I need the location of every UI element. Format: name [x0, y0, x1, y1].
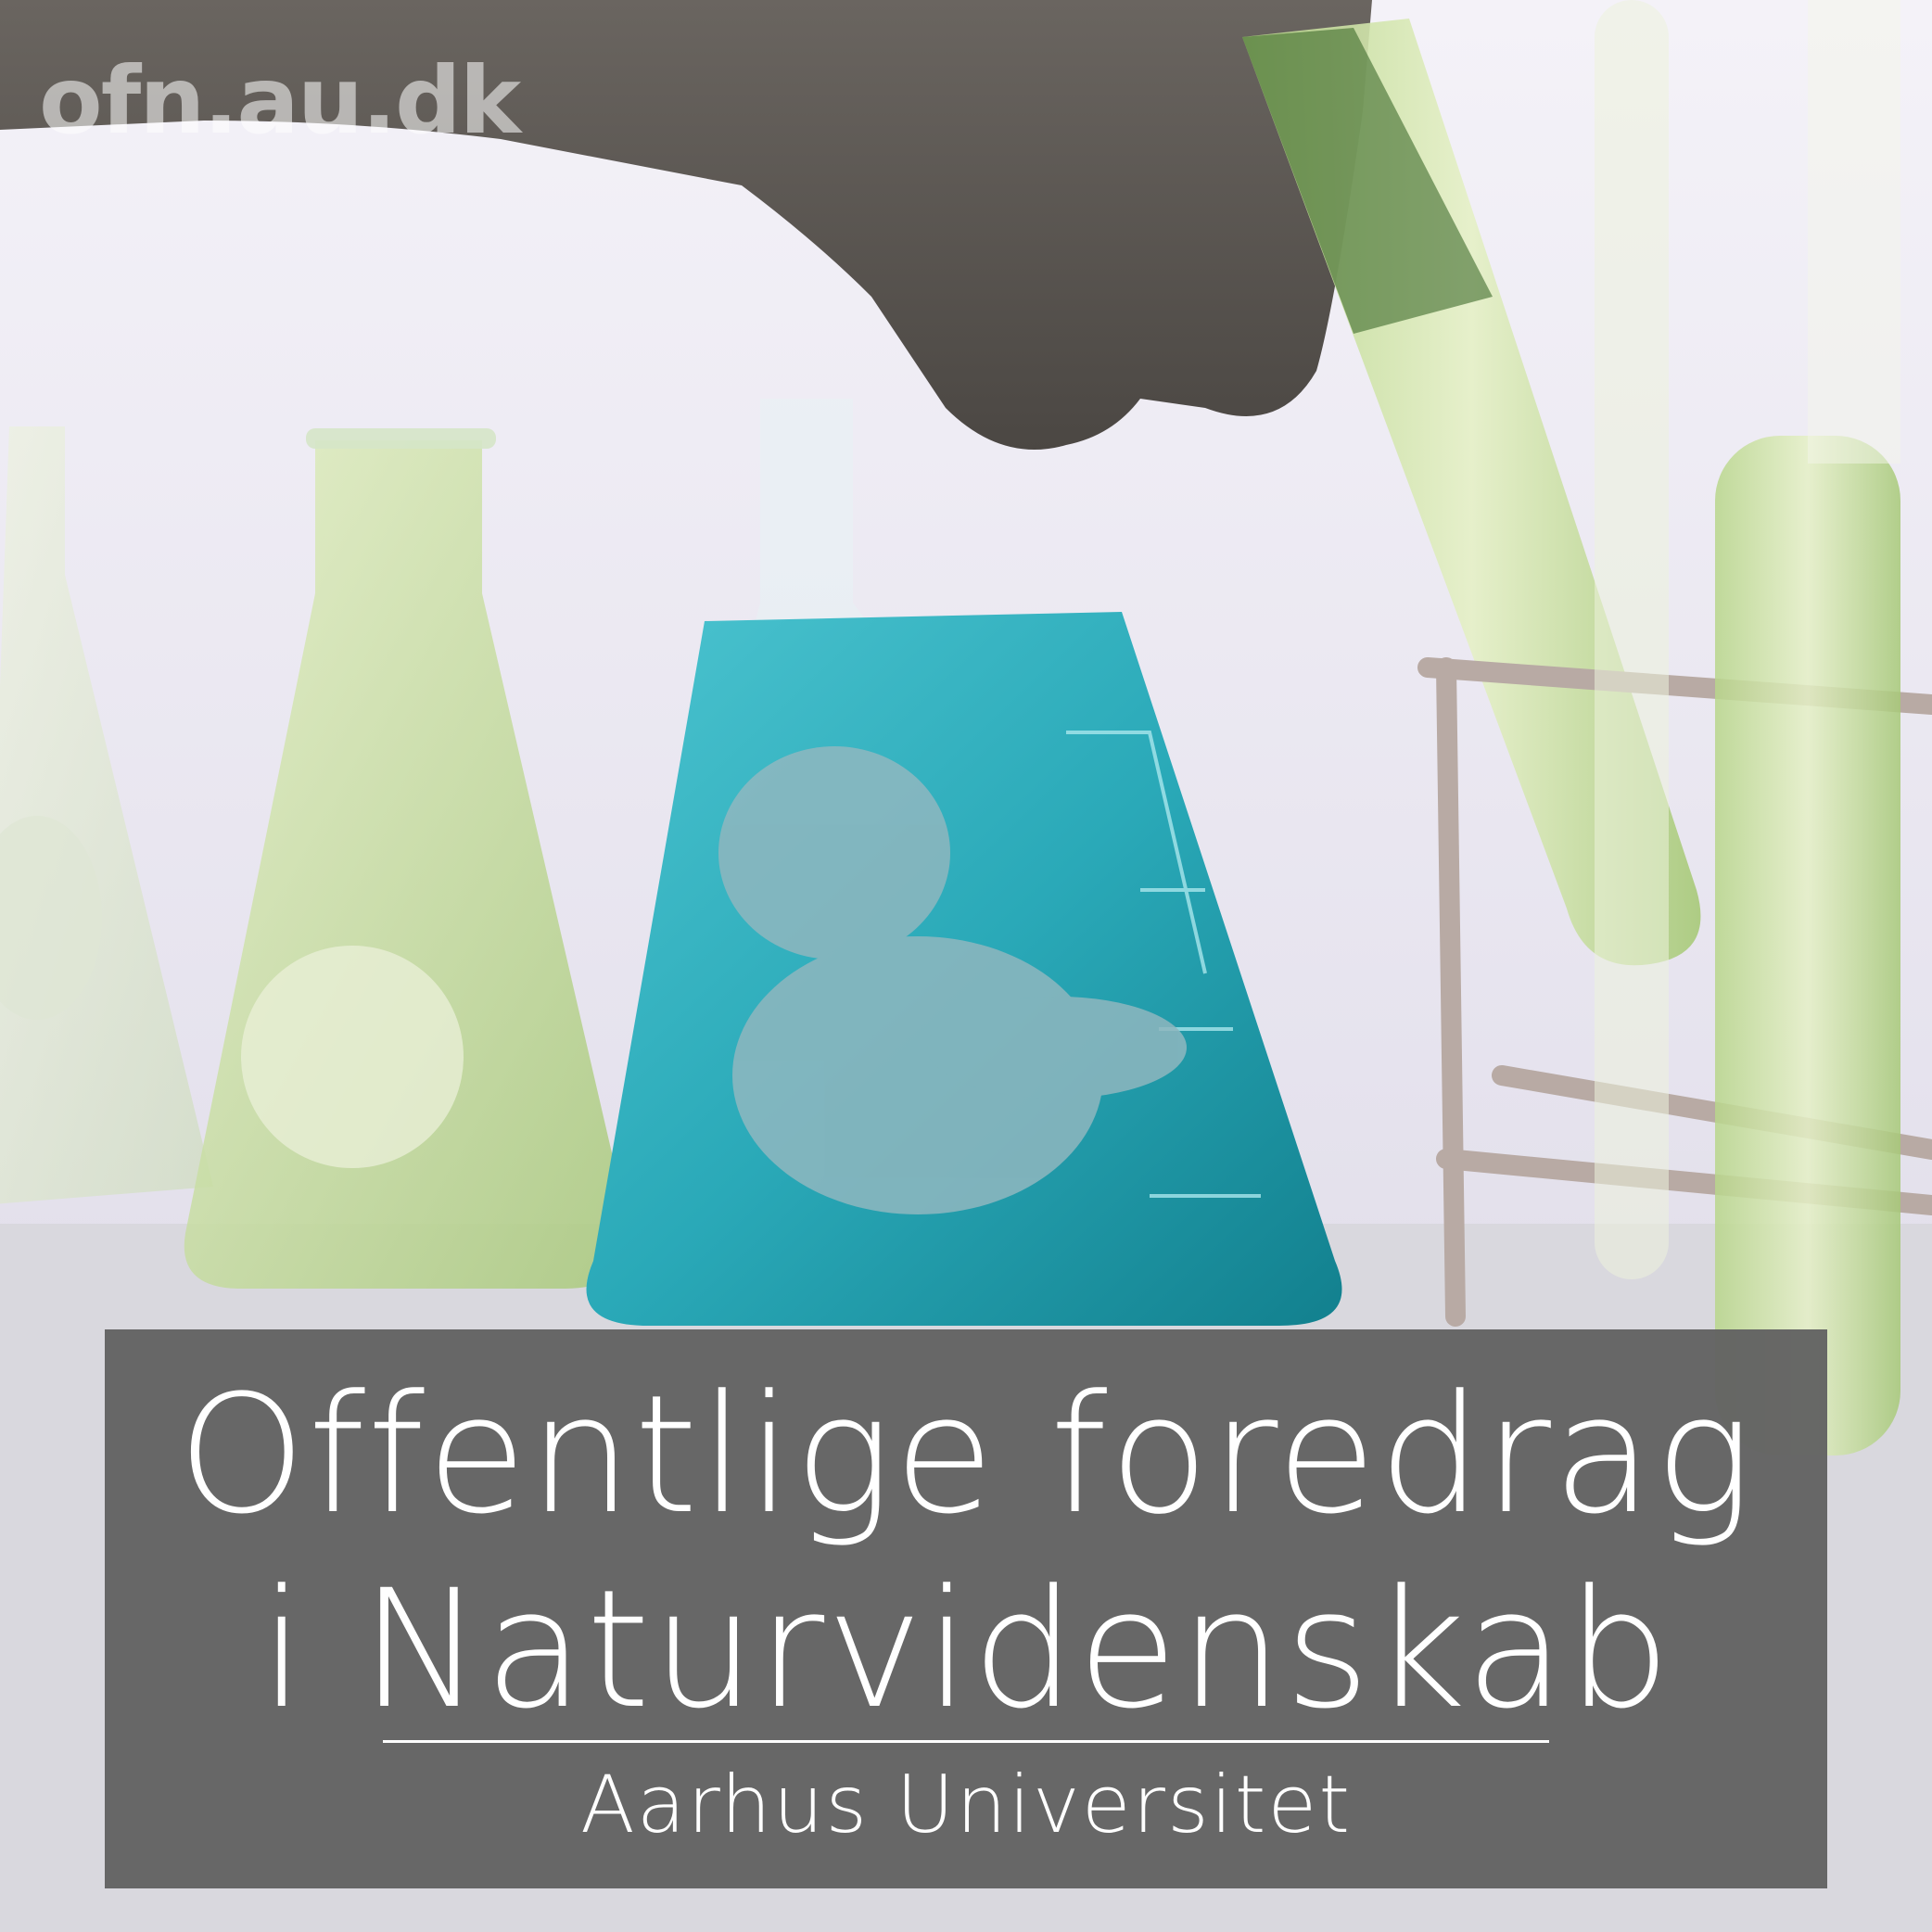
divider-line	[383, 1740, 1549, 1743]
website-watermark: ofn.au.dk	[39, 46, 521, 155]
title-line-1: Offentlige foredrag	[177, 1360, 1755, 1550]
title-line-2: i Naturvidenskab	[260, 1555, 1672, 1745]
subtitle-university: Aarhus Universitet	[579, 1759, 1353, 1851]
title-panel: Offentlige foredrag i Naturvidenskab Aar…	[105, 1329, 1827, 1888]
